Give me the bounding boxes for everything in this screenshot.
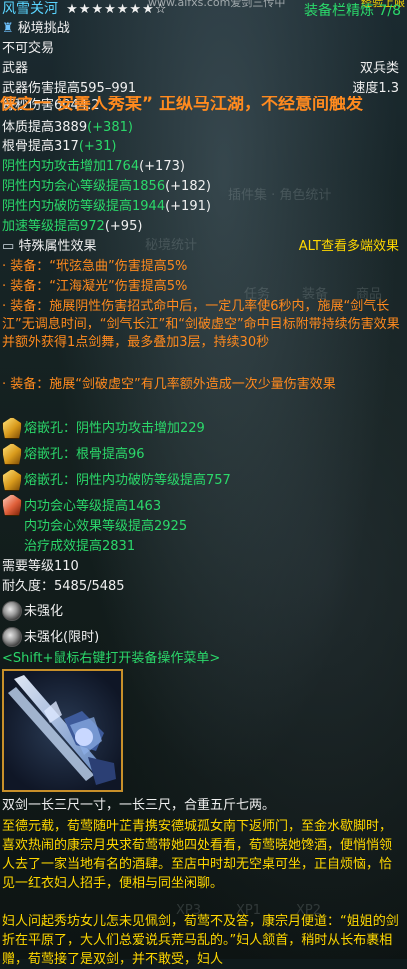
unenhanced: 未强化 — [24, 604, 64, 619]
stat-base: 体质提高3889 — [2, 120, 88, 135]
stat-base: 阴性内功会心等级提高1856 — [2, 179, 166, 194]
gem-socket-icon — [2, 469, 22, 491]
item-title-row: 风雪关河 ★★★★★★★☆ — [2, 1, 167, 18]
type-label: 武器 — [2, 61, 29, 76]
refine-level: 装备栏精炼 7/8 — [304, 3, 401, 19]
stat-bonus: (+381) — [87, 120, 133, 135]
stat-row: 阴性内功破防等级提高1944(+191) — [2, 198, 211, 215]
item-tooltip: 风雪关河 ★★★★★★★☆ www.aifxs.com爱剑三传中 经验上限 装备… — [0, 0, 407, 967]
stat-bonus: (+191) — [165, 199, 211, 214]
unenhanced-timed: 未强化(限时) — [24, 630, 100, 645]
gem-socket-icon — [2, 417, 22, 439]
tower-icon: ♜ — [2, 21, 14, 36]
require-level: 需要等级110 — [2, 559, 79, 574]
lore-overlay: 侠之一 安善人秀某” 正纵马江湖，不经意间触发 — [0, 96, 364, 113]
effect-line: · 装备：施展“剑破虚空”有几率额外造成一次少量伤害效果 — [2, 377, 336, 392]
attack-speed: 速度1.3 — [352, 81, 399, 96]
weapon-class: 双兵类 — [359, 61, 399, 76]
gem-line: 熔嵌孔：阴性内功破防等级提高757 — [24, 473, 231, 488]
stat-bonus: (+173) — [139, 159, 185, 174]
category-row: ♜ 秘境挑战 — [2, 20, 70, 37]
stat-base: 阴性内功破防等级提高1944 — [2, 199, 166, 214]
stat-base: 加速等级提高972 — [2, 219, 105, 234]
item-name: 风雪关河 — [2, 1, 58, 17]
stat-bonus: (+95) — [104, 219, 143, 234]
stat-row: 阴性内功攻击增加1764(+173) — [2, 158, 185, 175]
effect-line: · 装备：“江海凝光”伤害提高5% — [2, 279, 188, 294]
enhance-slot-icon — [2, 627, 22, 647]
effect-line: · 装备：施展阴性伤害招式命中后，一定几率使6秒内，施展“剑气长江”无调息时间，… — [2, 299, 400, 350]
enchant-line: 内功会心等级提高1463 — [24, 499, 162, 514]
stat-bonus: (+182) — [165, 179, 211, 194]
stat-base: 阴性内功攻击增加1764 — [2, 159, 140, 174]
stat-row: 根骨提高317(+31) — [2, 138, 116, 155]
enchant-line: 治疗成效提高2831 — [24, 539, 136, 554]
twin-swords-icon — [8, 675, 116, 785]
shift-hint: <Shift+鼠标右键打开装备操作菜单> — [2, 651, 221, 666]
gem-line: 熔嵌孔：阴性内功攻击增加229 — [24, 421, 205, 436]
flavor-title: 双剑一长三尺一寸，一长三尺，合重五斤七两。 — [2, 798, 276, 813]
enchant-line: 内功会心效果等级提高2925 — [24, 519, 188, 534]
gem-socket-icon — [2, 443, 22, 465]
enchant-icon — [2, 494, 22, 516]
special-header: 特殊属性效果 — [18, 239, 97, 254]
monitor-icon: ▭ — [2, 239, 15, 254]
special-header-row: ▭ 特殊属性效果 — [2, 238, 96, 255]
durability: 耐久度：5485/5485 — [2, 579, 125, 594]
weapon-icon — [2, 669, 123, 792]
stat-bonus: (+31) — [78, 139, 117, 154]
stat-row: 加速等级提高972(+95) — [2, 218, 142, 235]
category-tag: 秘境挑战 — [17, 21, 70, 36]
site-watermark: www.aifxs.com爱剑三传中 — [148, 0, 286, 9]
enhance-slot-icon — [2, 601, 22, 621]
stat-row: 体质提高3889(+381) — [2, 119, 133, 136]
effect-line: · 装备：“玳弦急曲”伤害提高5% — [2, 259, 188, 274]
flavor-text: 至德元载，荀莺随叶芷青携安德城孤女南下返师门，至金水歇脚时，喜欢热闹的康宗月央求… — [2, 819, 393, 891]
bind-status: 不可交易 — [2, 41, 55, 56]
weapon-damage: 武器伤害提高595–991 — [2, 81, 137, 96]
flavor-text-2: 妇人问起秀坊女儿怎未见佩剑，荀莺不及答，康宗月便道：“姐姐的剑折在平原了，大人们… — [2, 914, 399, 967]
stat-base: 根骨提高317 — [2, 139, 79, 154]
stat-row: 阴性内功会心等级提高1856(+182) — [2, 178, 211, 195]
gem-line: 熔嵌孔：根骨提高96 — [24, 447, 145, 462]
alt-hint: ALT查看多端效果 — [298, 239, 399, 254]
